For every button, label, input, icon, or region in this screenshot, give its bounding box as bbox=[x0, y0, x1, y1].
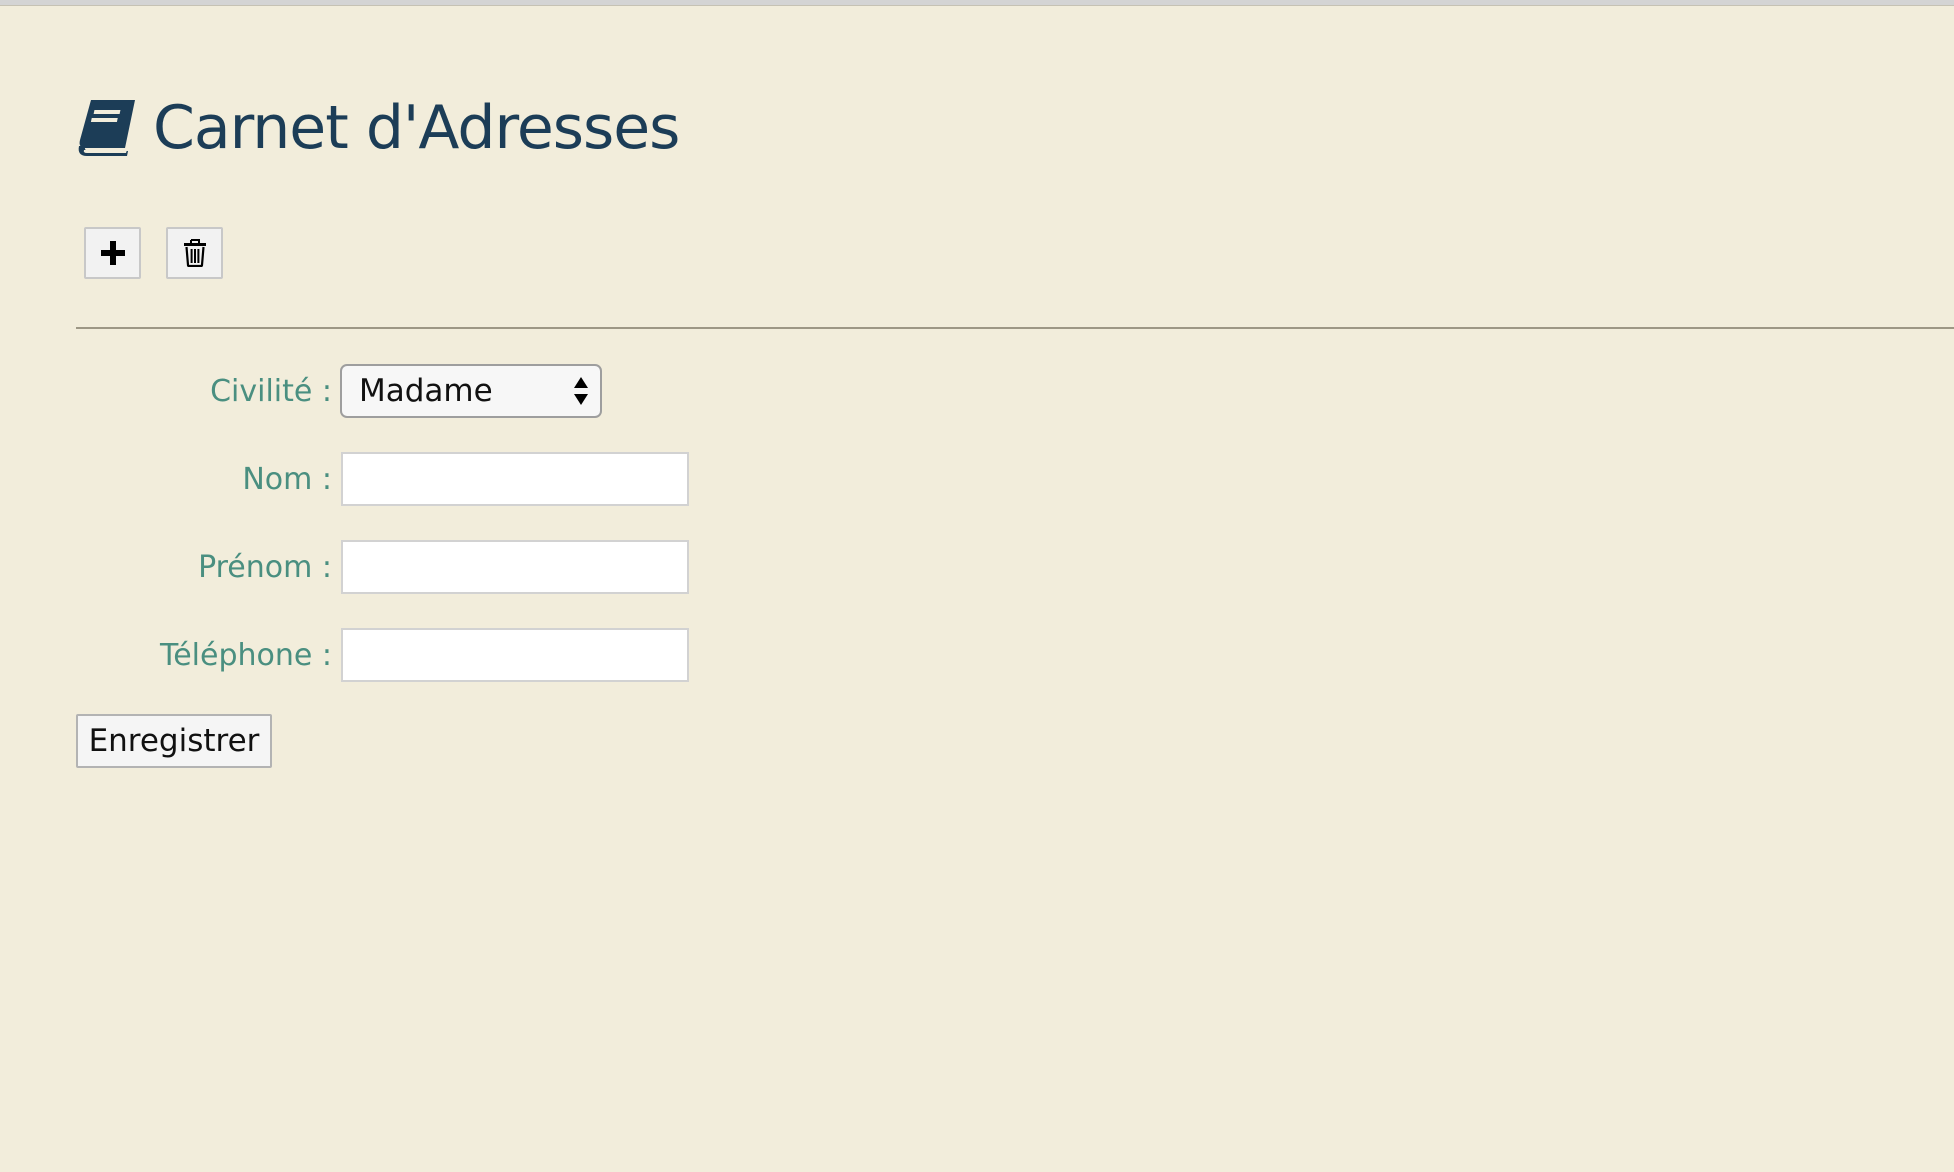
delete-contact-button[interactable] bbox=[166, 227, 223, 279]
add-contact-button[interactable] bbox=[84, 227, 141, 279]
select-arrows-icon bbox=[573, 375, 589, 407]
window-top-border bbox=[0, 0, 1954, 6]
civility-label: Civilité : bbox=[210, 373, 332, 409]
first-name-label: Prénom : bbox=[198, 549, 332, 585]
book-icon bbox=[75, 98, 137, 158]
trash-icon bbox=[183, 239, 206, 267]
toolbar-divider bbox=[76, 327, 1954, 329]
phone-label: Téléphone : bbox=[159, 637, 332, 673]
civility-select[interactable]: Madame bbox=[340, 364, 602, 418]
plus-icon bbox=[100, 241, 125, 265]
page-title: Carnet d'Adresses bbox=[75, 88, 680, 168]
page-title-text: Carnet d'Adresses bbox=[153, 93, 680, 163]
last-name-input[interactable] bbox=[341, 452, 689, 506]
first-name-input[interactable] bbox=[341, 540, 689, 594]
last-name-label: Nom : bbox=[242, 461, 332, 497]
phone-input[interactable] bbox=[341, 628, 689, 682]
save-button[interactable]: Enregistrer bbox=[76, 714, 272, 768]
civility-selected-value: Madame bbox=[359, 373, 493, 409]
